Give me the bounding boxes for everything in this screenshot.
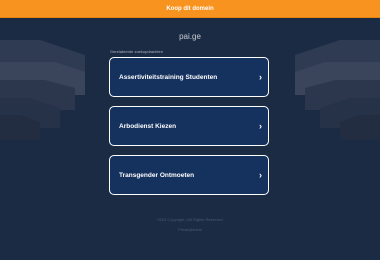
related-link-transgender[interactable]: Transgender Ontmoeten › <box>109 155 269 195</box>
chevron-right-icon: › <box>259 71 262 82</box>
related-link-label: Transgender Ontmoeten <box>119 171 195 179</box>
domain-title: pai.ge <box>179 32 201 41</box>
privacy-link[interactable]: Privacybeleid <box>0 227 380 232</box>
related-link-label: Assertiviteitstraining Studenten <box>119 73 218 81</box>
chevron-right-icon: › <box>259 169 262 180</box>
related-searches-label: Gerelateerde zoekopdrachten <box>110 49 163 54</box>
buy-domain-label[interactable]: Koop dit domein <box>166 6 213 12</box>
related-link-assertiviteitstraining[interactable]: Assertiviteitstraining Studenten › <box>109 57 269 97</box>
copyright-text: 2023 Copyright | All Rights Reserved <box>157 217 223 222</box>
page: Koop dit domein pai.ge Gerelateerde zoek… <box>0 0 380 260</box>
related-link-label: Arbodienst Kiezen <box>119 122 177 130</box>
buy-domain-banner[interactable]: Koop dit domein <box>0 0 380 18</box>
related-link-arbodienst[interactable]: Arbodienst Kiezen › <box>109 106 269 146</box>
chevron-right-icon: › <box>259 120 262 131</box>
